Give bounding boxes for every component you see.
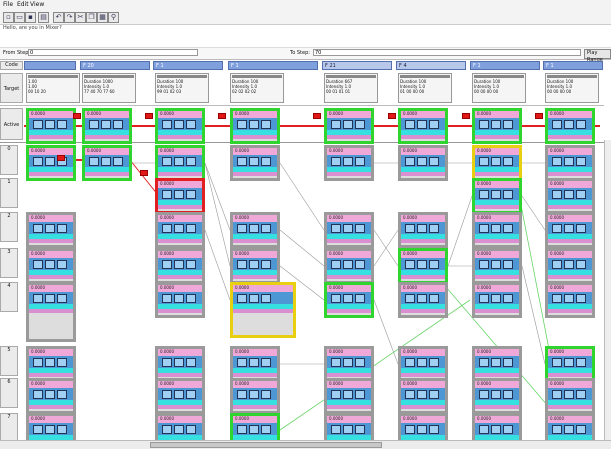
transition-marker: [57, 155, 65, 161]
state-node[interactable]: 0.0000: [26, 248, 76, 284]
transition-marker: [388, 113, 396, 119]
transition-marker: [313, 113, 321, 119]
state-node[interactable]: 0.0000: [155, 178, 205, 214]
connection-line: [279, 229, 325, 267]
connection-line: [204, 162, 231, 231]
state-node[interactable]: 0.0000: [230, 282, 296, 338]
state-node[interactable]: 0.0000: [324, 248, 374, 284]
state-node[interactable]: 0.0000: [545, 378, 595, 414]
connection-line: [521, 195, 546, 231]
state-node[interactable]: 0.0000: [155, 346, 205, 382]
state-node[interactable]: 0.0000: [398, 346, 448, 382]
state-node[interactable]: 0.0000: [26, 145, 76, 181]
state-node[interactable]: 0.0000: [398, 108, 448, 144]
state-node[interactable]: 0.0000: [324, 378, 374, 414]
state-node[interactable]: 0.0000: [472, 145, 522, 181]
state-node[interactable]: 0.0000: [26, 282, 76, 342]
state-node[interactable]: 0.0000: [324, 282, 374, 318]
state-node[interactable]: 0.0000: [324, 346, 374, 382]
state-node[interactable]: 0.0000: [155, 212, 205, 248]
transition-marker: [73, 113, 81, 119]
connection-line: [279, 162, 325, 231]
state-node[interactable]: 0.0000: [230, 108, 280, 144]
transition-marker: [462, 113, 470, 119]
connection-line: [204, 162, 231, 267]
state-node[interactable]: 0.0000: [230, 378, 280, 414]
state-node[interactable]: 0.0000: [398, 378, 448, 414]
connection-line: [521, 265, 546, 365]
state-node[interactable]: 0.0000: [230, 346, 280, 382]
state-node[interactable]: 0.0000: [472, 178, 522, 214]
transition-marker: [140, 170, 148, 176]
transition-marker: [535, 113, 543, 119]
state-node[interactable]: 0.0000: [155, 378, 205, 414]
state-node[interactable]: 0.0000: [26, 346, 76, 382]
state-node[interactable]: 0.0000: [472, 212, 522, 248]
state-node[interactable]: 0.0000: [230, 212, 280, 248]
connection-line: [204, 229, 231, 301]
state-node[interactable]: 0.0000: [545, 346, 595, 382]
state-node[interactable]: 0.0000: [26, 212, 76, 248]
state-node[interactable]: 0.0000: [155, 145, 205, 181]
state-node[interactable]: 0.0000: [398, 282, 448, 318]
state-node[interactable]: 0.0000: [545, 212, 595, 248]
state-node[interactable]: 0.0000: [472, 378, 522, 414]
connection-line: [447, 195, 473, 267]
state-node[interactable]: 0.0000: [398, 145, 448, 181]
state-node[interactable]: 0.0000: [230, 145, 280, 181]
state-node[interactable]: 0.0000: [472, 248, 522, 284]
state-node[interactable]: 0.0000: [26, 378, 76, 414]
state-node[interactable]: 0.0000: [545, 108, 595, 144]
state-node[interactable]: 0.0000: [324, 108, 374, 144]
vertical-scrollbar[interactable]: [604, 140, 611, 440]
state-node[interactable]: 0.0000: [155, 248, 205, 284]
transition-marker: [145, 113, 153, 119]
state-node[interactable]: 0.0000: [230, 248, 280, 284]
state-node[interactable]: 0.0000: [155, 108, 205, 144]
state-node[interactable]: 0.0000: [82, 145, 132, 181]
state-node[interactable]: 0.0000: [545, 178, 595, 214]
transition-marker: [218, 113, 226, 119]
state-node[interactable]: 0.0000: [472, 108, 522, 144]
state-node[interactable]: 0.0000: [398, 248, 448, 284]
state-node[interactable]: 0.0000: [26, 108, 76, 144]
horizontal-scroll-thumb[interactable]: [150, 442, 382, 448]
state-node[interactable]: 0.0000: [472, 346, 522, 382]
state-node[interactable]: 0.0000: [324, 145, 374, 181]
state-node[interactable]: 0.0000: [545, 248, 595, 284]
state-node[interactable]: 0.0000: [324, 212, 374, 248]
state-node[interactable]: 0.0000: [155, 282, 205, 318]
state-node[interactable]: 0.0000: [545, 282, 595, 318]
connection-line: [373, 299, 399, 365]
state-node[interactable]: 0.0000: [82, 108, 132, 144]
state-node[interactable]: 0.0000: [398, 212, 448, 248]
state-node[interactable]: 0.0000: [545, 145, 595, 181]
state-node[interactable]: 0.0000: [472, 282, 522, 318]
